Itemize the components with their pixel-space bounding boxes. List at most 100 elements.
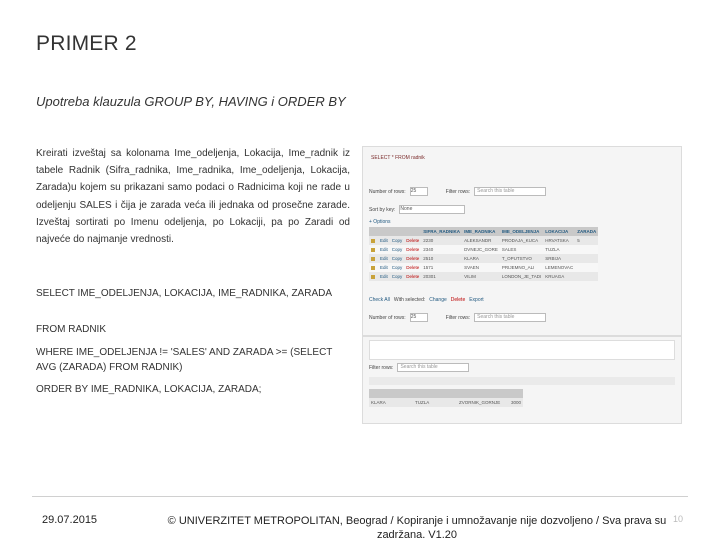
- table-cell: [575, 263, 599, 272]
- checkbox-icon[interactable]: [371, 265, 375, 270]
- edit-link[interactable]: Edit: [378, 272, 390, 281]
- filter-controls: Filter rows: Search this table: [369, 363, 470, 372]
- table-cell: VILIM: [462, 272, 500, 281]
- table-row: Edit Copy Delete 1571 SVAEN PRIJEMNO_ALI…: [369, 263, 599, 272]
- sql-where-line: WHERE IME_ODELJENJA != 'SALES' AND ZARAD…: [36, 347, 333, 373]
- rows-label: Number of rows:: [369, 188, 406, 195]
- delete-button[interactable]: Delete: [451, 297, 465, 303]
- checkbox-icon[interactable]: [371, 274, 375, 279]
- copy-link[interactable]: Copy: [389, 236, 405, 245]
- table-row: Edit Copy Delete 2230 ALEKSANDR PRODAJA_…: [369, 236, 599, 245]
- copy-link[interactable]: Copy: [389, 254, 405, 263]
- phpmyadmin-screenshot-1: SELECT * FROM radnik Number of rows: 25 …: [362, 146, 682, 336]
- table-cell: 20301: [421, 272, 463, 281]
- sort-controls: Sort by key: None: [369, 205, 466, 214]
- table-cell: KLARA: [462, 254, 500, 263]
- slide-footer: 29.07.2015 © UNIVERZITET METROPOLITAN, B…: [0, 496, 720, 541]
- table-cell: TUZLA: [543, 245, 576, 254]
- check-all-link[interactable]: Check All: [369, 297, 390, 303]
- table-cell: 2510: [421, 254, 463, 263]
- column-header[interactable]: SIFRA_RADNIKA: [421, 227, 463, 236]
- table-cell: SALES: [499, 245, 544, 254]
- checkbox-icon[interactable]: [371, 256, 375, 261]
- export-button[interactable]: Export: [469, 297, 483, 303]
- edit-link[interactable]: Edit: [378, 254, 390, 263]
- footer-copyright: © UNIVERZITET METROPOLITAN, Beograd / Ko…: [167, 515, 667, 541]
- filter-input[interactable]: Search this table: [397, 363, 470, 372]
- rows-select[interactable]: 25: [409, 313, 428, 322]
- table-cell: SVAEN: [462, 263, 500, 272]
- sql-from-line: FROM RADNIK: [36, 324, 106, 335]
- rows-label: Number of rows:: [369, 314, 406, 321]
- sql-select-line: SELECT IME_ODELJENJA, LOKACIJA, IME_RADN…: [36, 288, 333, 299]
- table-cell: KRUAGA: [543, 272, 576, 281]
- phpmyadmin-screenshot-2: Filter rows: Search this table KLARA TUZ…: [362, 336, 682, 424]
- options-row: + Options: [369, 217, 391, 226]
- options-bar: [369, 377, 675, 385]
- table-cell: TUZLA: [413, 398, 457, 407]
- table-cell: PRIJEMNO_ALI: [499, 263, 544, 272]
- copy-link[interactable]: Copy: [389, 263, 405, 272]
- task-description: Kreirati izveštaj sa kolonama Ime_odelje…: [36, 148, 350, 246]
- page-number: 10: [673, 514, 684, 524]
- bulk-actions: Check All With selected: Change Delete E…: [369, 295, 484, 304]
- filter-input[interactable]: Search this table: [474, 313, 547, 322]
- filter-label: Filter rows:: [369, 364, 394, 371]
- change-button[interactable]: Change: [429, 297, 447, 303]
- delete-link[interactable]: Delete: [404, 245, 422, 254]
- table-row: Edit Copy Delete 2340 DVNEJC_GORE SALES …: [369, 245, 599, 254]
- table-row: Edit Copy Delete 20301 VILIM LONDON_JE_T…: [369, 272, 599, 281]
- table-cell: 5: [575, 236, 599, 245]
- column-header[interactable]: ZARADA: [575, 227, 599, 236]
- table-cell: DVNEJC_GORE: [462, 245, 500, 254]
- table-cell: LONDON_JE_TADI: [499, 272, 544, 281]
- query-box: [369, 340, 675, 360]
- slide-title: PRIMER 2: [36, 32, 137, 55]
- filter-input[interactable]: Search this table: [474, 187, 547, 196]
- table-cell: 3000: [509, 398, 524, 407]
- sql-orderby-line: ORDER BY IME_RADNIKA, LOKACIJA, ZARADA;: [36, 384, 262, 395]
- row-controls-bottom: Number of rows: 25 Filter rows: Search t…: [369, 313, 547, 322]
- edit-link[interactable]: Edit: [378, 236, 390, 245]
- delete-link[interactable]: Delete: [404, 236, 422, 245]
- rows-select[interactable]: 25: [409, 187, 428, 196]
- delete-link[interactable]: Delete: [404, 254, 422, 263]
- copy-link[interactable]: Copy: [389, 272, 405, 281]
- table-cell: T_OPUTSTVO: [499, 254, 544, 263]
- table-header-row: SIFRA_RADNIKA IME_RADNIKA IME_ODELJENJA …: [369, 227, 599, 236]
- table-cell: KLARA: [369, 398, 413, 407]
- table-cell: LEMENOVAC: [543, 263, 576, 272]
- table-cell: [575, 245, 599, 254]
- slide-subtitle: Upotreba klauzula GROUP BY, HAVING i ORD…: [36, 94, 346, 109]
- query-result-table: KLARA TUZLA ZVORNIK_GORNJE 3000: [369, 389, 524, 407]
- table-cell: [575, 254, 599, 263]
- query-breadcrumb: SELECT * FROM radnik: [371, 155, 425, 161]
- row-controls: Number of rows: 25 Filter rows: Search t…: [369, 187, 547, 196]
- table-cell: 2230: [421, 236, 463, 245]
- column-header[interactable]: IME_RADNIKA: [462, 227, 500, 236]
- edit-link[interactable]: Edit: [378, 263, 390, 272]
- sort-select[interactable]: None: [399, 205, 466, 214]
- table-cell: [575, 272, 599, 281]
- checkbox-icon[interactable]: [371, 247, 375, 252]
- edit-link[interactable]: Edit: [378, 245, 390, 254]
- table-cell: ZVORNIK_GORNJE: [457, 398, 509, 407]
- table-cell: SRBIJA: [543, 254, 576, 263]
- copy-link[interactable]: Copy: [389, 245, 405, 254]
- column-header[interactable]: LOKACIJA: [543, 227, 576, 236]
- table-cell: HRVATSKA: [543, 236, 576, 245]
- column-header[interactable]: IME_ODELJENJA: [499, 227, 544, 236]
- checkbox-icon[interactable]: [371, 238, 375, 243]
- footer-date: 29.07.2015: [42, 514, 98, 526]
- delete-link[interactable]: Delete: [404, 263, 422, 272]
- table-row: KLARA TUZLA ZVORNIK_GORNJE 3000: [369, 398, 524, 407]
- table-cell: PRODAJA_KUCA: [499, 236, 544, 245]
- footer-divider: [32, 496, 688, 497]
- table-row: Edit Copy Delete 2510 KLARA T_OPUTSTVO S…: [369, 254, 599, 263]
- with-selected-label: With selected:: [393, 296, 426, 303]
- table-header-row: [369, 389, 524, 398]
- table-cell: ALEKSANDR: [462, 236, 500, 245]
- results-table: SIFRA_RADNIKA IME_RADNIKA IME_ODELJENJA …: [369, 227, 599, 281]
- delete-link[interactable]: Delete: [404, 272, 422, 281]
- options-link[interactable]: + Options: [369, 219, 391, 225]
